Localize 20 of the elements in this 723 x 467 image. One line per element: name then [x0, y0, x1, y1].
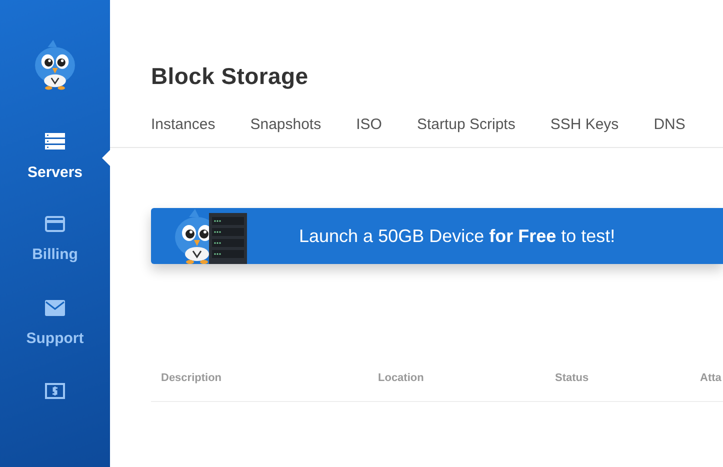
page-title: Block Storage [151, 63, 310, 90]
tab[interactable]: ISO [356, 116, 382, 133]
credit-card-icon [45, 216, 65, 232]
sidebar-item[interactable]: Servers [0, 132, 110, 216]
column-header: Description [161, 372, 223, 384]
column-header: Status [555, 372, 590, 384]
column-header: Location [378, 372, 425, 384]
envelope-icon [45, 300, 65, 316]
tab[interactable]: DNS [654, 116, 686, 133]
sidebar-item[interactable]: Billing [0, 216, 110, 300]
dollar-box-icon [45, 383, 65, 400]
promo-banner[interactable]: Launch a 50GB Device for Free to test! [151, 208, 723, 264]
sidebar-item[interactable]: Support [0, 300, 110, 384]
tab[interactable]: Snapshots [250, 116, 322, 133]
column-header: Atta [700, 372, 722, 384]
banner-text: Launch a 50GB Device for Free to test! [299, 226, 616, 246]
tab[interactable]: Instances [151, 116, 216, 133]
tab[interactable]: SSH Keys [550, 116, 619, 133]
server-stack-icon [45, 132, 65, 150]
tab[interactable]: Startup Scripts [416, 116, 516, 133]
